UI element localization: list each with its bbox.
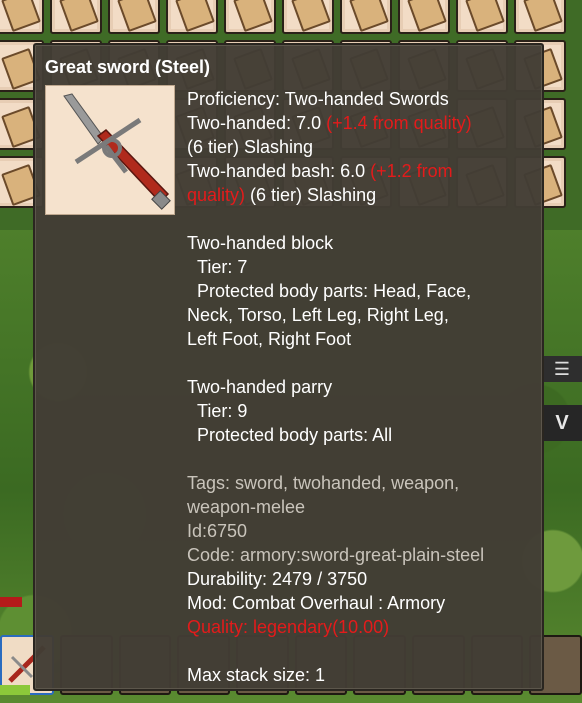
item-stats: Proficiency: Two-handed Swords Two-hande…	[187, 87, 537, 687]
health-indicator	[0, 597, 22, 607]
inventory-slot[interactable]	[0, 0, 44, 34]
two-handed-tier: (6 tier) Slashing	[187, 137, 314, 157]
item-id: Id:6750	[187, 521, 248, 541]
block-tier: Tier: 7	[187, 257, 248, 277]
durability: Durability: 2479 / 3750	[187, 569, 368, 589]
item-tooltip: Great sword (Steel) Proficiency: Two-han…	[33, 43, 544, 691]
tags-line: Tags: sword, twohanded, weapon,	[187, 473, 460, 493]
inventory-slot[interactable]	[456, 0, 508, 34]
inventory-slot[interactable]	[166, 0, 218, 34]
parry-tier: Tier: 9	[187, 401, 248, 421]
inventory-row	[0, 0, 566, 38]
item-icon	[233, 0, 273, 33]
block-parts: Protected body parts: Head, Face,	[187, 281, 472, 301]
inventory-slot[interactable]	[50, 0, 102, 34]
bash-quality-bonus: (+1.2 from	[370, 161, 453, 181]
inventory-slot[interactable]	[514, 0, 566, 34]
item-icon	[117, 0, 157, 33]
sword-icon	[63, 93, 171, 210]
item-icon	[291, 0, 331, 33]
parry-heading: Two-handed parry	[187, 377, 333, 397]
mod-line: Mod: Combat Overhaul : Armory	[187, 593, 446, 613]
proficiency-line: Proficiency: Two-handed Swords	[187, 89, 449, 109]
item-icon	[349, 0, 389, 33]
item-title: Great sword (Steel)	[45, 57, 211, 77]
bash-value: Two-handed bash: 6.0	[187, 161, 371, 181]
item-icon	[1, 0, 41, 33]
menu-icon[interactable]: ☰	[542, 356, 582, 382]
inventory-slot[interactable]	[398, 0, 450, 34]
two-handed-line: Two-handed: 7.0 (+1.4 from quality)	[187, 111, 537, 135]
two-handed-value: Two-handed: 7.0	[187, 113, 327, 133]
hud-button[interactable]: V	[542, 405, 582, 441]
bash-tier: (6 tier) Slashing	[245, 185, 377, 205]
bash-quality-bonus-cont: quality)	[187, 185, 246, 205]
item-icon	[59, 0, 99, 33]
stamina-bar	[0, 685, 30, 695]
great-sword-steel-icon	[45, 85, 175, 215]
item-icon	[407, 0, 447, 33]
inventory-slot[interactable]	[340, 0, 392, 34]
item-icon	[175, 0, 215, 33]
bash-line: Two-handed bash: 6.0 (+1.2 from	[187, 159, 537, 183]
item-icon	[465, 0, 505, 33]
parry-parts: Protected body parts: All	[187, 425, 393, 445]
quality-line: Quality: legendary(10.00)	[187, 617, 390, 637]
quality-bonus: (+1.4 from quality)	[326, 113, 472, 133]
max-stack-size: Max stack size: 1	[187, 665, 326, 685]
inventory-slot[interactable]	[282, 0, 334, 34]
item-icon	[523, 0, 563, 33]
tags-line: weapon-melee	[187, 497, 306, 517]
block-parts: Left Foot, Right Foot	[187, 329, 352, 349]
inventory-slot[interactable]	[108, 0, 160, 34]
inventory-slot[interactable]	[224, 0, 276, 34]
bash-line-2: quality) (6 tier) Slashing	[187, 183, 537, 207]
block-heading: Two-handed block	[187, 233, 334, 253]
item-code: Code: armory:sword-great-plain-steel	[187, 545, 485, 565]
block-parts: Neck, Torso, Left Leg, Right Leg,	[187, 305, 449, 325]
